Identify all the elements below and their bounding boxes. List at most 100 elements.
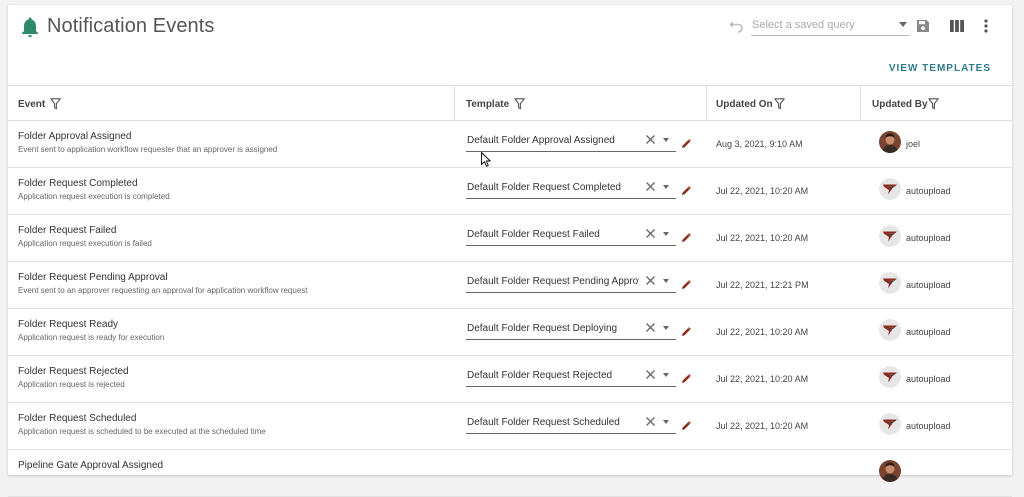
edit-icon[interactable] (681, 186, 691, 196)
updated-by: autoupload (906, 186, 951, 196)
event-description: Event sent to application workflow reque… (18, 145, 278, 154)
saved-query-select[interactable]: Select a saved query (751, 17, 910, 36)
event-name: Pipeline Gate Approval Assigned (18, 460, 164, 471)
template-select[interactable]: Default Folder Approval Assigned (466, 130, 676, 152)
clear-icon[interactable] (645, 228, 656, 239)
updated-by: autoupload (906, 280, 951, 290)
clear-icon[interactable] (645, 416, 656, 427)
updated-on: Jul 22, 2021, 10:20 AM (716, 186, 809, 196)
updated-by: joel (906, 139, 921, 149)
undo-icon[interactable] (728, 19, 744, 35)
column-label-updated-by: Updated By (872, 99, 928, 110)
template-value: Default Folder Request Rejected (467, 370, 613, 381)
avatar (879, 272, 901, 294)
columns-icon[interactable] (950, 20, 964, 32)
column-header-event[interactable]: Event (8, 86, 454, 120)
notification-events-panel: Notification Events Select a saved query… (8, 5, 1012, 497)
chevron-down-icon[interactable] (663, 326, 669, 330)
event-description: Event sent to an approver requesting an … (18, 286, 308, 295)
event-name: Folder Request Completed (18, 178, 138, 189)
page-header: Notification Events Select a saved query (8, 5, 1012, 50)
template-select[interactable]: Default Folder Request Pending Approval (466, 271, 676, 293)
edit-icon[interactable] (681, 421, 691, 431)
clear-icon[interactable] (645, 181, 656, 192)
template-value: Default Folder Request Scheduled (467, 417, 620, 428)
event-name: Folder Request Ready (18, 319, 119, 330)
template-select[interactable]: Default Folder Request Scheduled (466, 412, 676, 434)
event-name: Folder Request Rejected (18, 366, 129, 377)
template-select[interactable]: Default Folder Request Deploying (466, 318, 676, 340)
table-row[interactable]: Folder Approval Assigned Event sent to ap… (8, 121, 1012, 168)
avatar (879, 131, 901, 153)
event-name: Folder Request Scheduled (18, 413, 137, 424)
page-title: Notification Events (47, 15, 215, 37)
event-description: Application request execution is failed (18, 239, 152, 248)
table-row[interactable]: Pipeline Gate Approval Assigned (8, 450, 1012, 497)
event-description: Application request execution is complet… (18, 192, 170, 201)
clear-icon[interactable] (645, 369, 656, 380)
view-templates-button[interactable]: VIEW TEMPLATES (889, 63, 991, 74)
updated-on: Jul 22, 2021, 10:20 AM (716, 421, 809, 431)
clear-icon[interactable] (645, 134, 656, 145)
edit-icon[interactable] (681, 327, 691, 337)
column-label-event: Event (18, 99, 46, 110)
template-select[interactable]: Default Folder Request Failed (466, 224, 676, 246)
updated-on: Aug 3, 2021, 9:10 AM (716, 139, 803, 149)
clear-icon[interactable] (645, 322, 656, 333)
filter-icon[interactable] (774, 98, 785, 110)
template-value: Default Folder Request Failed (467, 229, 600, 240)
clear-icon[interactable] (645, 275, 656, 286)
filter-icon[interactable] (928, 98, 939, 110)
table-header-row: Event Template Updated On Updated By (8, 85, 1012, 121)
table-row[interactable]: Folder Request Rejected Application reque… (8, 356, 1012, 403)
template-select[interactable]: Default Folder Request Rejected (466, 365, 676, 387)
event-description: Application request is scheduled to be e… (18, 427, 266, 436)
updated-on: Jul 22, 2021, 12:21 PM (716, 280, 809, 290)
table-row[interactable]: Folder Request Failed Application request… (8, 215, 1012, 262)
table-row[interactable]: Folder Request Pending Approval Event sen… (8, 262, 1012, 309)
edit-icon[interactable] (681, 280, 691, 290)
edit-icon[interactable] (681, 374, 691, 384)
save-icon[interactable] (916, 19, 930, 33)
event-name: Folder Approval Assigned (18, 131, 132, 142)
avatar (879, 225, 901, 247)
avatar (879, 178, 901, 200)
mouse-cursor-icon (481, 152, 491, 167)
updated-by: autoupload (906, 233, 951, 243)
template-value: Default Folder Request Deploying (467, 323, 618, 334)
avatar (879, 460, 901, 482)
event-name: Folder Request Failed (18, 225, 117, 236)
chevron-down-icon[interactable] (663, 185, 669, 189)
filter-icon[interactable] (50, 98, 61, 110)
updated-on: Jul 22, 2021, 10:20 AM (716, 374, 809, 384)
column-label-updated-on: Updated On (716, 99, 773, 110)
chevron-down-icon[interactable] (663, 420, 669, 424)
chevron-down-icon[interactable] (663, 373, 669, 377)
chevron-down-icon[interactable] (663, 232, 669, 236)
column-header-updated-on[interactable]: Updated On (707, 86, 860, 120)
edit-icon[interactable] (681, 233, 691, 243)
table-row[interactable]: Folder Request Completed Application requ… (8, 168, 1012, 215)
column-header-updated-by[interactable]: Updated By (861, 86, 1012, 120)
updated-by: autoupload (906, 421, 951, 431)
filter-icon[interactable] (514, 98, 525, 110)
chevron-down-icon[interactable] (663, 279, 669, 283)
updated-by: autoupload (906, 327, 951, 337)
table-row[interactable]: Folder Request Ready Application request … (8, 309, 1012, 356)
edit-icon[interactable] (681, 139, 691, 149)
avatar (879, 413, 901, 435)
event-description: Application request is ready for executi… (18, 333, 165, 342)
saved-query-placeholder: Select a saved query (752, 19, 855, 31)
table-row[interactable]: Folder Request Scheduled Application requ… (8, 403, 1012, 450)
column-label-template: Template (466, 99, 510, 110)
template-select[interactable]: Default Folder Request Completed (466, 177, 676, 199)
updated-on: Jul 22, 2021, 10:20 AM (716, 233, 809, 243)
chevron-down-icon (899, 22, 907, 27)
more-vert-icon[interactable] (983, 18, 989, 34)
avatar (879, 366, 901, 388)
chevron-down-icon[interactable] (663, 138, 669, 142)
template-value: Default Folder Request Pending Approval (467, 276, 639, 287)
template-value: Default Folder Request Completed (467, 182, 621, 193)
avatar (879, 319, 901, 341)
column-header-template[interactable]: Template (455, 86, 706, 120)
